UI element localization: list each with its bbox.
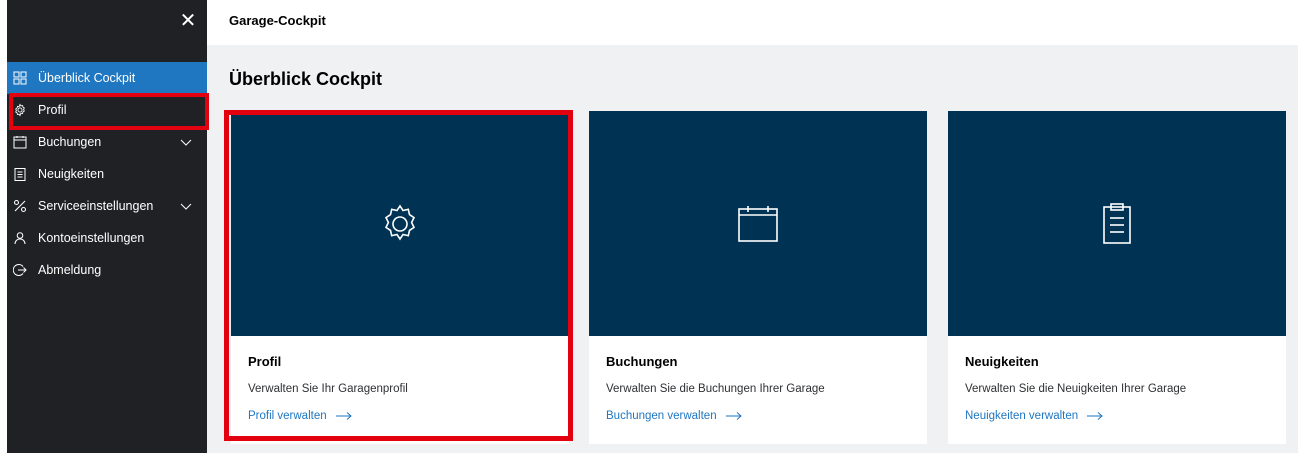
main-content: Überblick Cockpit Profil Verwalten Sie I… — [207, 45, 1298, 453]
buchungen-verwalten-link[interactable]: Buchungen verwalten — [606, 410, 743, 422]
sidebar-item-buchungen[interactable]: Buchungen — [7, 126, 207, 158]
sidebar-item-abmeldung[interactable]: Abmeldung — [7, 254, 207, 286]
clipboard-icon — [11, 165, 29, 183]
gear-icon — [384, 204, 416, 240]
chevron-down-icon[interactable] — [179, 135, 193, 149]
logout-icon — [11, 261, 29, 279]
card-title: Profil — [248, 354, 282, 369]
card-title: Buchungen — [606, 354, 678, 369]
page-title: Überblick Cockpit — [229, 69, 383, 89]
link-label: Profil verwalten — [248, 410, 327, 422]
sidebar-item-neuigkeiten[interactable]: Neuigkeiten — [7, 158, 207, 190]
sidebar-item-label: Profil — [38, 103, 67, 117]
sidebar-item-label: Buchungen — [38, 135, 102, 149]
card-buchungen[interactable]: Buchungen Verwalten Sie die Buchungen Ih… — [589, 111, 927, 444]
card-title: Neuigkeiten — [965, 354, 1039, 369]
card-description: Verwalten Sie die Buchungen Ihrer Garage — [606, 383, 825, 395]
sidebar-item-label: Abmeldung — [38, 263, 102, 277]
sidebar-item-ueberblick-cockpit[interactable]: Überblick Cockpit — [7, 62, 207, 94]
card-description: Verwalten Sie die Neuigkeiten Ihrer Gara… — [965, 383, 1187, 395]
card-profil[interactable]: Profil Verwalten Sie Ihr Garagenprofil P… — [231, 111, 569, 444]
link-label: Neuigkeiten verwalten — [965, 410, 1079, 422]
card-hero — [589, 111, 927, 336]
card-description: Verwalten Sie Ihr Garagenprofil — [248, 383, 408, 395]
user-icon — [11, 229, 29, 247]
arrow-right-icon — [725, 412, 742, 420]
app-title: Garage-Cockpit — [229, 13, 326, 28]
sidebar: ✕ Überblick Cockpit Profil Buchungen Neu… — [7, 0, 207, 453]
card-hero — [231, 111, 569, 336]
app-window: ✕ Überblick Cockpit Profil Buchungen Neu… — [0, 0, 1298, 453]
sidebar-item-kontoeinstellungen[interactable]: Kontoeinstellungen — [7, 222, 207, 254]
top-bar: Garage-Cockpit — [207, 0, 1298, 45]
sidebar-item-serviceeinstellungen[interactable]: Serviceeinstellungen — [7, 190, 207, 222]
sidebar-item-label: Neuigkeiten — [38, 167, 105, 181]
gear-icon — [11, 101, 29, 119]
chevron-down-icon[interactable] — [179, 199, 193, 213]
sidebar-nav: Überblick Cockpit Profil Buchungen Neuig… — [7, 62, 207, 286]
neuigkeiten-verwalten-link[interactable]: Neuigkeiten verwalten — [965, 410, 1104, 422]
link-label: Buchungen verwalten — [606, 410, 717, 422]
grid-icon — [11, 69, 29, 87]
tools-icon — [11, 197, 29, 215]
close-icon[interactable]: ✕ — [177, 8, 199, 34]
sidebar-item-label: Kontoeinstellungen — [38, 231, 145, 245]
calendar-icon — [738, 205, 778, 242]
calendar-icon — [11, 133, 29, 151]
sidebar-item-label: Serviceeinstellungen — [38, 199, 154, 213]
sidebar-item-profil[interactable]: Profil — [7, 94, 207, 126]
clipboard-icon — [1103, 202, 1131, 244]
card-neuigkeiten[interactable]: Neuigkeiten Verwalten Sie die Neuigkeite… — [948, 111, 1286, 444]
sidebar-item-label: Überblick Cockpit — [38, 71, 136, 85]
arrow-right-icon — [335, 412, 352, 420]
arrow-right-icon — [1087, 412, 1103, 420]
card-hero — [948, 111, 1286, 336]
profil-verwalten-link[interactable]: Profil verwalten — [248, 410, 353, 422]
